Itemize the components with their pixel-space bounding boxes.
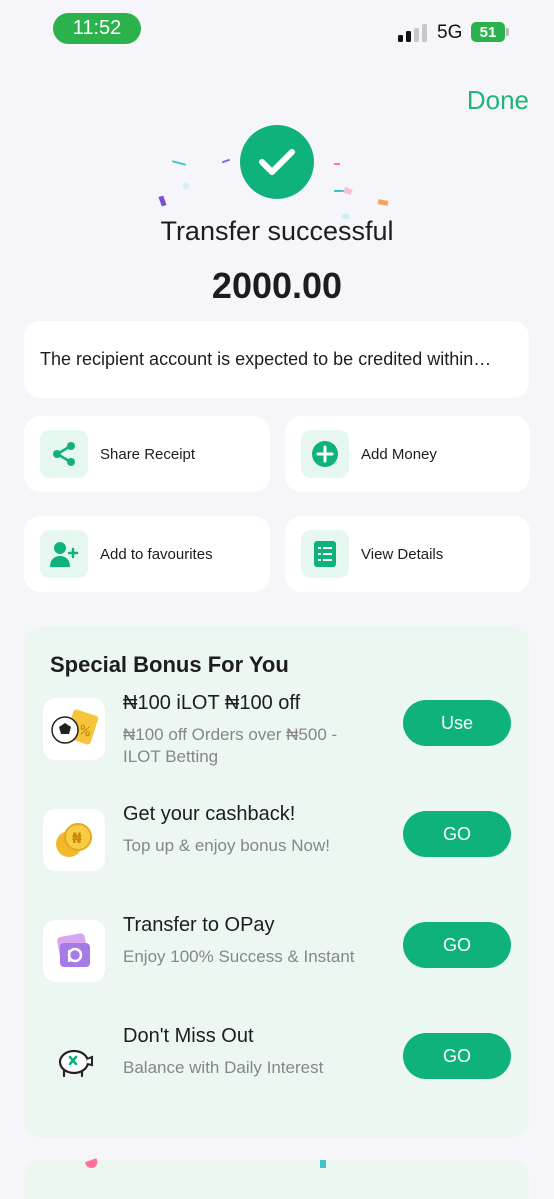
plus-circle-icon bbox=[301, 430, 349, 478]
offer-subtitle: ₦100 off Orders over ₦500 - ILOT Betting bbox=[123, 725, 338, 766]
view-details-label: View Details bbox=[361, 545, 444, 563]
add-money-button[interactable]: Add Money bbox=[285, 416, 530, 492]
next-section-card bbox=[24, 1158, 529, 1199]
view-details-button[interactable]: View Details bbox=[285, 516, 530, 592]
go-button[interactable]: GO bbox=[403, 811, 511, 857]
credit-notice[interactable]: The recipient account is expected to be … bbox=[24, 321, 529, 398]
signal-icon bbox=[398, 24, 430, 42]
offer-title: Transfer to OPay bbox=[123, 914, 275, 936]
offer-item: Transfer to OPay Enjoy 100% Success & In… bbox=[24, 914, 529, 994]
share-receipt-label: Share Receipt bbox=[100, 445, 196, 463]
check-icon bbox=[240, 125, 314, 199]
network-label: 5G bbox=[437, 22, 463, 43]
add-user-icon bbox=[40, 530, 88, 578]
opay-wallet-icon bbox=[43, 920, 105, 982]
svg-text:₦: ₦ bbox=[72, 831, 82, 847]
go-button[interactable]: GO bbox=[403, 1033, 511, 1079]
offer-title: Don't Miss Out bbox=[123, 1025, 254, 1047]
offer-item: % ₦100 iLOT ₦100 off ₦100 off Orders ove… bbox=[24, 692, 529, 772]
use-button[interactable]: Use bbox=[403, 700, 511, 746]
add-to-favourites-button[interactable]: Add to favourites bbox=[24, 516, 270, 592]
piggy-bank-icon bbox=[43, 1031, 105, 1093]
share-icon bbox=[40, 430, 88, 478]
special-bonus-section: Special Bonus For You % ₦100 iLOT ₦100 o… bbox=[24, 626, 529, 1138]
bonus-title: Special Bonus For You bbox=[50, 652, 289, 677]
soccer-ticket-icon: % bbox=[43, 698, 105, 760]
battery-level: 51 bbox=[471, 22, 505, 42]
add-money-label: Add Money bbox=[361, 445, 437, 463]
offer-subtitle: Balance with Daily Interest bbox=[123, 1058, 324, 1077]
transfer-amount: 2000.00 bbox=[211, 265, 343, 306]
done-button[interactable]: Done bbox=[467, 85, 529, 116]
list-document-icon bbox=[301, 530, 349, 578]
offer-subtitle: Enjoy 100% Success & Instant bbox=[123, 947, 355, 966]
add-to-favourites-label: Add to favourites bbox=[100, 545, 213, 563]
offer-item: ₦ Get your cashback! Top up & enjoy bonu… bbox=[24, 803, 529, 883]
offer-item: Don't Miss Out Balance with Daily Intere… bbox=[24, 1025, 529, 1105]
coins-icon: ₦ bbox=[43, 809, 105, 871]
battery-icon: 51 bbox=[471, 22, 509, 42]
credit-notice-text: The recipient account is expected to be … bbox=[40, 349, 492, 369]
result-title: Transfer successful bbox=[160, 216, 394, 246]
offer-title: ₦100 iLOT ₦100 off bbox=[123, 692, 301, 714]
share-receipt-button[interactable]: Share Receipt bbox=[24, 416, 270, 492]
offer-subtitle: Top up & enjoy bonus Now! bbox=[123, 836, 330, 855]
status-time: 11:52 bbox=[53, 13, 141, 44]
go-button[interactable]: GO bbox=[403, 922, 511, 968]
offer-title: Get your cashback! bbox=[123, 803, 296, 825]
